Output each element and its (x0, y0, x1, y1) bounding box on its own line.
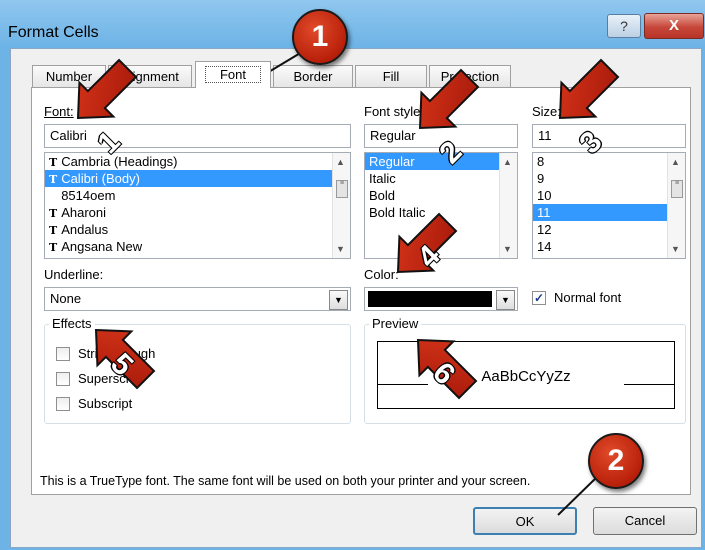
tab-font[interactable]: Font (195, 61, 271, 88)
arrow-2 (418, 68, 480, 130)
callout-leader (557, 475, 599, 516)
arrow-1 (76, 58, 138, 120)
arrow-3 (558, 58, 620, 120)
format-cells-window: Format Cells ? X Number Alignment Font B… (0, 0, 705, 550)
step-callout-2: 2 (588, 433, 644, 489)
step-callout-1: 1 (292, 9, 348, 65)
tab-font-label: Font (204, 66, 261, 83)
